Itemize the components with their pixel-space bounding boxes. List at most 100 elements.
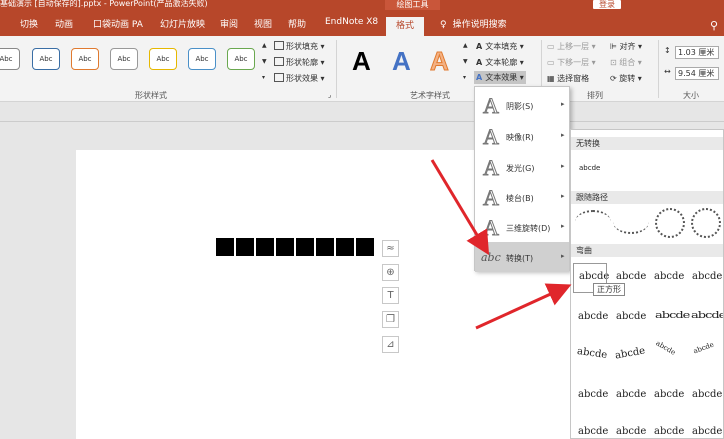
menu-item-reflection[interactable]: A 映像(R) ▸ (475, 121, 569, 151)
layout-options-icon[interactable]: ≈ (382, 240, 399, 257)
text-effects-button[interactable]: A 文本效果 ▾ (474, 71, 526, 84)
warp-option[interactable]: abcde (692, 389, 722, 400)
warp-option[interactable]: abcde (654, 389, 684, 400)
tab-format[interactable]: 格式 (386, 17, 425, 36)
menu-item-glow[interactable]: A 发光(G) ▸ (475, 152, 569, 182)
wordart-scroll-down-icon[interactable]: ▼ (463, 58, 468, 65)
warp-option[interactable]: abcde (654, 271, 684, 282)
warp-option[interactable]: abcde (578, 311, 608, 322)
wordart-style-orange[interactable]: A (430, 46, 450, 77)
shape-effects-button[interactable]: 形状效果 ▾ (274, 73, 325, 84)
warp-option[interactable]: abcde (614, 345, 646, 361)
menu-item-shadow[interactable]: A 阴影(S) ▸ (475, 90, 569, 120)
tell-me-search[interactable]: ♀ 操作说明搜索 (440, 17, 507, 30)
more-icon[interactable]: ▾ (262, 74, 265, 81)
document-title: 基础演示 [自动保存的].pptx - PowerPoint(产品激活失败) (0, 0, 208, 8)
warp-option[interactable]: abcde (616, 271, 646, 282)
ribbon-tabs: 切换 动画 口袋动画 PA 幻灯片放映 审阅 视图 帮助 EndNote X8 … (0, 10, 724, 36)
tab-review[interactable]: 审阅 (220, 17, 238, 30)
wordart-style-blue[interactable]: A (392, 46, 411, 77)
shape-style-7[interactable]: Abc (227, 48, 255, 70)
tab-help[interactable]: 帮助 (288, 17, 306, 30)
warp-option[interactable]: abcde (692, 271, 722, 282)
selection-pane-icon: ▦ (547, 74, 558, 83)
login-button[interactable]: 登录 (593, 0, 621, 9)
shape-style-6[interactable]: Abc (188, 48, 216, 70)
glow-icon: A (483, 155, 500, 181)
tab-pocket-animation[interactable]: 口袋动画 PA (93, 17, 143, 30)
text-effects-icon: A (476, 73, 483, 82)
arrange-group-label: 排列 (587, 91, 603, 100)
send-backward-button[interactable]: ▭ 下移一层 ▾ (547, 57, 596, 68)
dialog-launcher-icon[interactable]: ⌟ (328, 91, 331, 99)
warp-option[interactable]: abcde (654, 339, 676, 357)
shape-style-3[interactable]: Abc (71, 48, 99, 70)
menu-item-label: 阴影(S) (506, 102, 534, 111)
shape-style-4[interactable]: Abc (110, 48, 138, 70)
wordart-more-icon[interactable]: ▾ (463, 74, 466, 81)
follow-path-arch-up[interactable] (575, 210, 611, 234)
tab-transitions[interactable]: 切换 (20, 17, 38, 30)
follow-path-circle[interactable] (655, 208, 685, 238)
title-bar: 基础演示 [自动保存的].pptx - PowerPoint(产品激活失败) 绘… (0, 0, 724, 10)
selection-pane-button[interactable]: ▦ 选择窗格 (547, 73, 589, 84)
no-transform-option[interactable]: abcde (579, 164, 600, 172)
warp-option[interactable]: abcde (691, 310, 723, 321)
follow-path-button[interactable] (691, 208, 721, 238)
chevron-right-icon: ▸ (561, 162, 565, 170)
height-input[interactable]: 1.03 厘米 (675, 46, 719, 59)
menu-item-label: 发光(G) (506, 164, 535, 173)
rotate-icon: ⟳ (610, 74, 620, 83)
menu-item-transform[interactable]: abc 转换(T) ▸ (475, 242, 569, 272)
wordart-scroll-up-icon[interactable]: ▲ (463, 42, 468, 49)
shape-style-5[interactable]: Abc (149, 48, 177, 70)
width-icon: ↔ (664, 67, 671, 76)
text-box-icon[interactable]: T (382, 287, 399, 304)
tab-endnote[interactable]: EndNote X8 (325, 17, 378, 27)
transform-icon: abc (481, 251, 501, 264)
tab-slideshow[interactable]: 幻灯片放映 (160, 17, 205, 30)
scroll-up-icon[interactable]: ▲ (262, 42, 267, 49)
wordart-style-black[interactable]: A (352, 46, 371, 77)
warp-option[interactable]: abcde (616, 389, 646, 400)
warp-option[interactable]: abcde (578, 426, 608, 437)
text-outline-button[interactable]: A 文本轮廓 ▾ (476, 57, 524, 68)
menu-item-3d-rotation[interactable]: A 三维旋转(D) ▸ (475, 212, 569, 242)
menu-item-label: 棱台(B) (506, 194, 534, 203)
shape-style-1[interactable]: Abc (0, 48, 20, 70)
scroll-down-icon[interactable]: ▼ (262, 58, 267, 65)
shape-fill-button[interactable]: 形状填充 ▾ (274, 41, 325, 52)
align-button[interactable]: ⊫ 对齐 ▾ (610, 41, 642, 52)
user-icon[interactable]: ⚲ (710, 19, 718, 32)
bring-forward-label: 上移一层 (557, 42, 590, 51)
paint-bucket-icon (274, 41, 284, 50)
warp-option[interactable]: abcde (616, 426, 646, 437)
warp-option[interactable]: abcde (654, 426, 684, 437)
group-button[interactable]: ⊡ 组合 ▾ (610, 57, 642, 68)
shape-styles-quick-icon[interactable]: ⊕ (382, 264, 399, 281)
bring-forward-button[interactable]: ▭ 上移一层 ▾ (547, 41, 596, 52)
rotate-button[interactable]: ⟳ 旋转 ▾ (610, 73, 642, 84)
shape-outline-button[interactable]: 形状轮廓 ▾ (274, 57, 325, 68)
selected-text-box[interactable] (216, 238, 374, 256)
align-label: 对齐 (619, 42, 636, 51)
warp-option[interactable]: abcde (578, 389, 608, 400)
rotate-label: 旋转 (619, 74, 636, 83)
warp-option[interactable]: abcde (616, 311, 646, 322)
text-effects-menu: A 阴影(S) ▸ A 映像(R) ▸ A 发光(G) ▸ A 棱台(B) ▸ … (474, 86, 570, 272)
menu-item-bevel[interactable]: A 棱台(B) ▸ (475, 182, 569, 212)
tab-view[interactable]: 视图 (254, 17, 272, 30)
warp-option[interactable]: abcde (655, 310, 690, 321)
text-fill-button[interactable]: A 文本填充 ▾ (476, 41, 524, 52)
warp-option[interactable]: abcde (576, 346, 608, 361)
arrange-quick-icon[interactable]: ❐ (382, 311, 399, 328)
chevron-right-icon: ▸ (561, 192, 565, 200)
warp-option[interactable]: abcde (692, 341, 715, 356)
warp-option[interactable]: abcde (692, 426, 722, 437)
follow-path-arch-down[interactable] (613, 210, 649, 234)
shape-style-2[interactable]: Abc (32, 48, 60, 70)
tab-animations[interactable]: 动画 (55, 17, 73, 30)
chevron-right-icon: ▸ (561, 131, 565, 139)
width-input[interactable]: 9.54 厘米 (675, 67, 719, 80)
crop-icon[interactable]: ⊿ (382, 336, 399, 353)
